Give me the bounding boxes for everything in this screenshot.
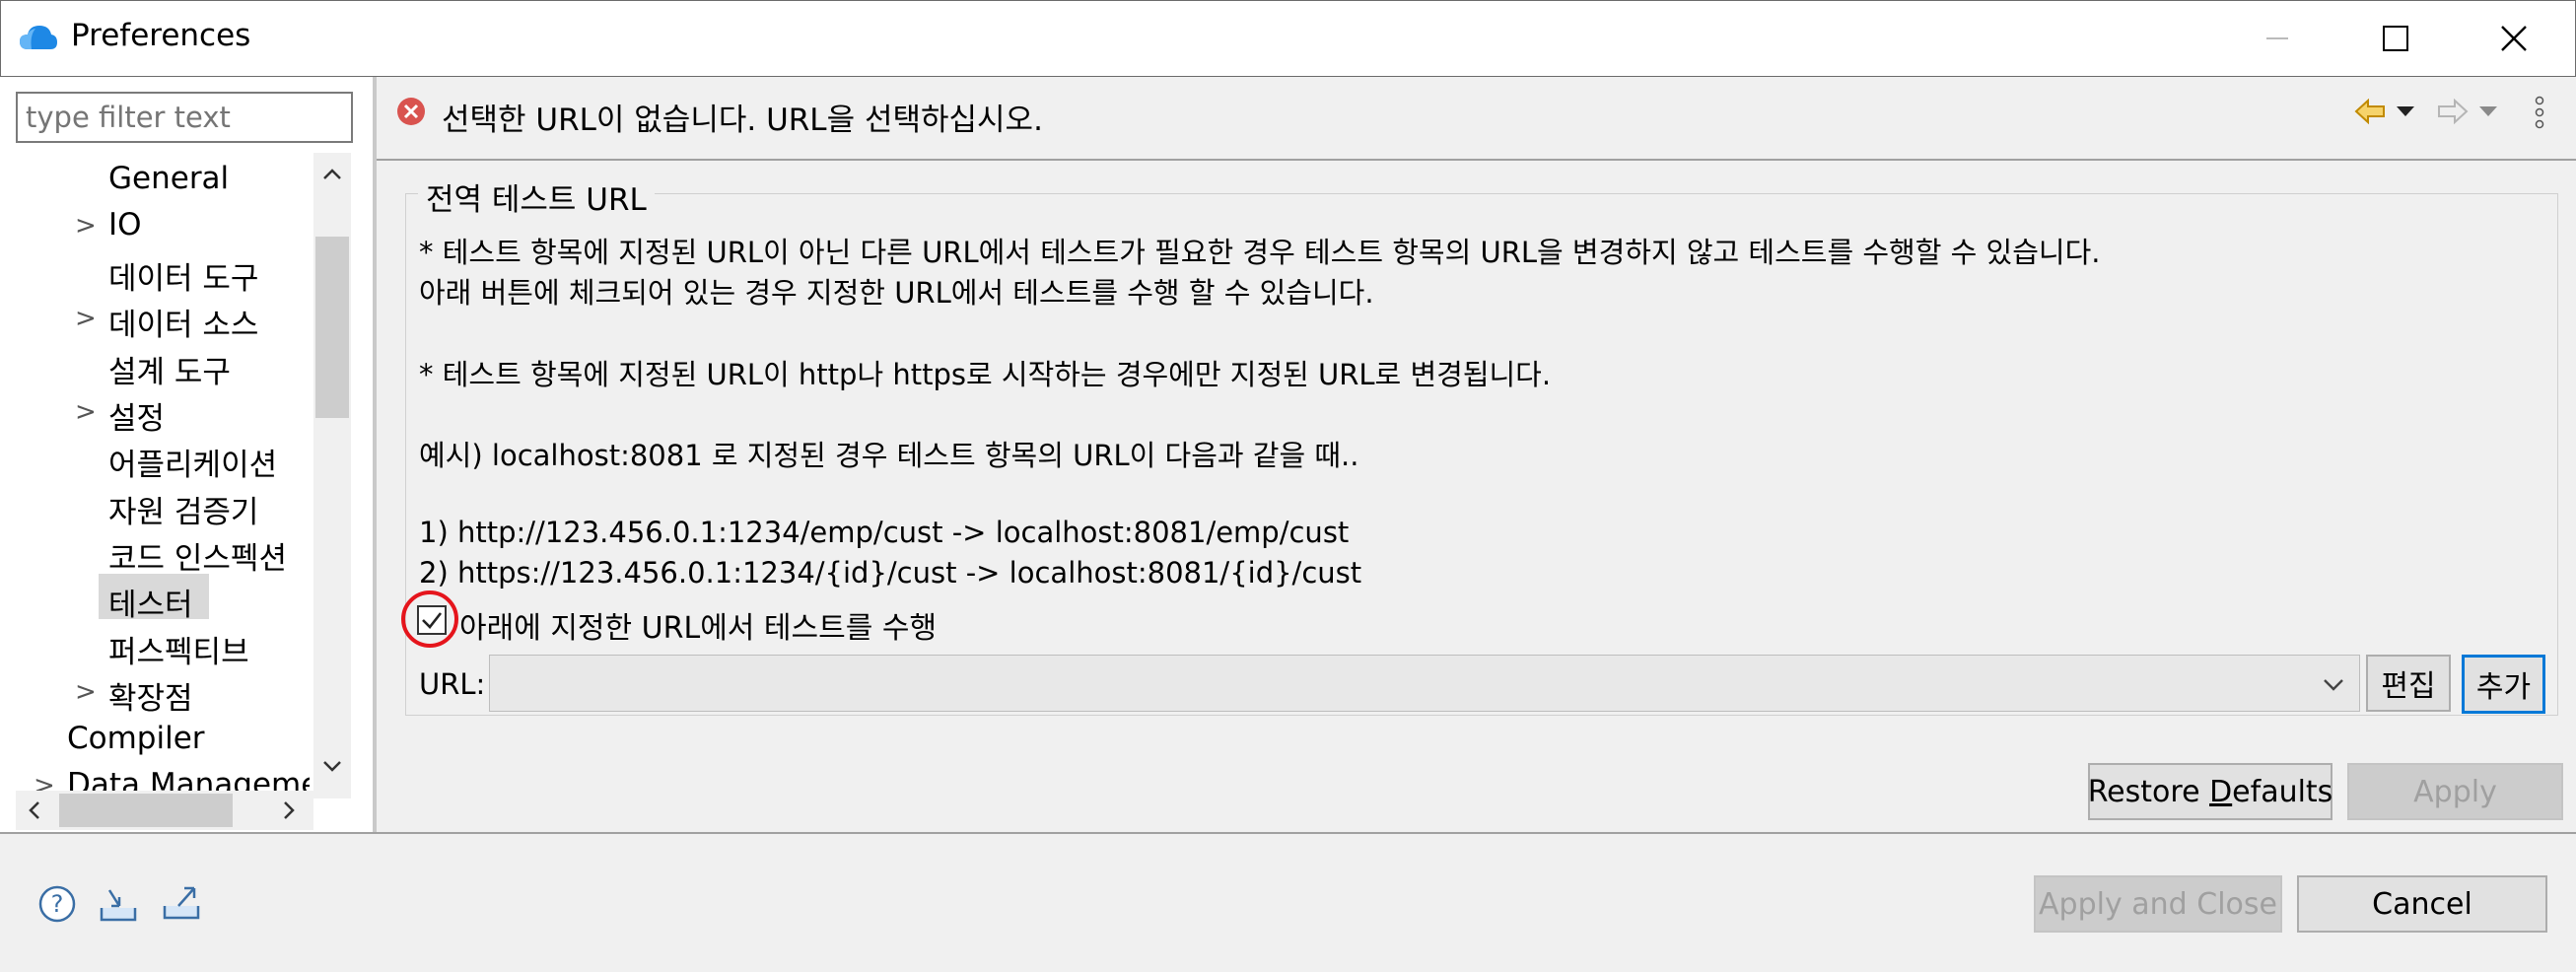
scroll-left-icon[interactable] — [20, 795, 49, 826]
apply-button[interactable]: Apply — [2347, 763, 2563, 820]
tree-item[interactable]: IO — [108, 207, 142, 243]
restore-label-mnemonic: D — [2209, 774, 2233, 809]
restore-label-prefix: Restore — [2087, 774, 2210, 809]
error-message: 선택한 URL이 없습니다. URL을 선택하십시오. — [442, 103, 1043, 138]
tree-item[interactable]: 데이터 도구 — [108, 253, 258, 298]
tree-expand-icon[interactable]: > — [75, 304, 97, 333]
description-line: 예시) localhost:8081 로 지정된 경우 테스트 항목의 URL이… — [419, 439, 1359, 472]
tree-expand-icon[interactable]: > — [75, 211, 97, 241]
scroll-up-icon[interactable] — [315, 158, 349, 191]
svg-text:?: ? — [51, 890, 64, 918]
tree-item[interactable]: 자원 검증기 — [108, 487, 258, 531]
description-line: 아래 버튼에 체크되어 있는 경우 지정한 URL에서 테스트를 수행 할 수 … — [419, 276, 1374, 310]
help-icon[interactable]: ? — [35, 882, 79, 926]
edit-button[interactable]: 편집 — [2366, 655, 2451, 712]
maximize-button[interactable] — [2336, 0, 2455, 77]
tree-item[interactable]: Data Managemer — [67, 767, 310, 793]
tree-item[interactable]: 테스터 — [108, 580, 193, 624]
url-combo[interactable] — [489, 655, 2360, 712]
tree-item[interactable]: Compiler — [67, 721, 205, 756]
group-title: 전역 테스트 URL — [418, 174, 655, 219]
back-menu-dropdown-icon[interactable] — [2392, 97, 2419, 126]
error-icon — [396, 97, 426, 126]
description-line: 1) http://123.456.0.1:1234/emp/cust -> l… — [419, 516, 1350, 549]
forward-arrow-icon[interactable] — [2435, 95, 2471, 128]
url-label: URL: — [419, 667, 486, 701]
add-button[interactable]: 추가 — [2462, 655, 2545, 714]
scroll-right-icon[interactable] — [274, 795, 304, 826]
app-cloud-icon — [18, 20, 59, 53]
tree-expand-icon[interactable]: > — [75, 677, 97, 707]
tree-scroll-thumb[interactable] — [315, 237, 349, 418]
tree-expand-icon[interactable]: > — [75, 397, 97, 427]
checkbox-label: 아래에 지정한 URL에서 테스트를 수행 — [459, 611, 938, 646]
description-line: * 테스트 항목에 지정된 URL이 아닌 다른 URL에서 테스트가 필요한 … — [419, 236, 2101, 269]
scroll-down-icon[interactable] — [315, 749, 349, 783]
highlight-circle — [401, 590, 458, 648]
tree-item[interactable]: General — [108, 161, 229, 196]
tree-item[interactable]: 어플리케이션 — [108, 440, 277, 484]
tree-hscroll-thumb[interactable] — [59, 794, 233, 827]
tree-item[interactable]: 데이터 소스 — [108, 300, 258, 344]
apply-and-close-button[interactable]: Apply and Close — [2034, 875, 2282, 933]
window-title: Preferences — [71, 18, 251, 53]
export-icon[interactable] — [160, 880, 203, 924]
close-button[interactable] — [2455, 0, 2573, 77]
tree-item[interactable]: 퍼스펙티브 — [108, 627, 249, 671]
tree-item[interactable]: 확장점 — [108, 673, 193, 718]
filter-input[interactable] — [16, 92, 353, 143]
chevron-down-icon[interactable] — [2319, 670, 2348, 698]
title-bar — [0, 0, 2576, 77]
restore-label-suffix: efaults — [2232, 774, 2333, 809]
tree-item[interactable]: 설계 도구 — [108, 347, 231, 391]
forward-menu-dropdown-icon[interactable] — [2474, 97, 2502, 126]
import-icon[interactable] — [97, 882, 140, 926]
cancel-button[interactable]: Cancel — [2297, 875, 2547, 933]
tree-item[interactable]: 설정 — [108, 393, 165, 438]
minimize-button[interactable] — [2218, 0, 2336, 77]
restore-defaults-button[interactable]: Restore Defaults — [2088, 763, 2332, 820]
description-line: * 테스트 항목에 지정된 URL이 http나 https로 시작하는 경우에… — [419, 358, 1552, 391]
back-arrow-icon[interactable] — [2352, 95, 2388, 128]
view-menu-icon[interactable] — [2526, 93, 2553, 132]
tree-item[interactable]: 코드 인스펙션 — [108, 533, 287, 578]
description-line: 2) https://123.456.0.1:1234/{id}/cust ->… — [419, 556, 1362, 590]
